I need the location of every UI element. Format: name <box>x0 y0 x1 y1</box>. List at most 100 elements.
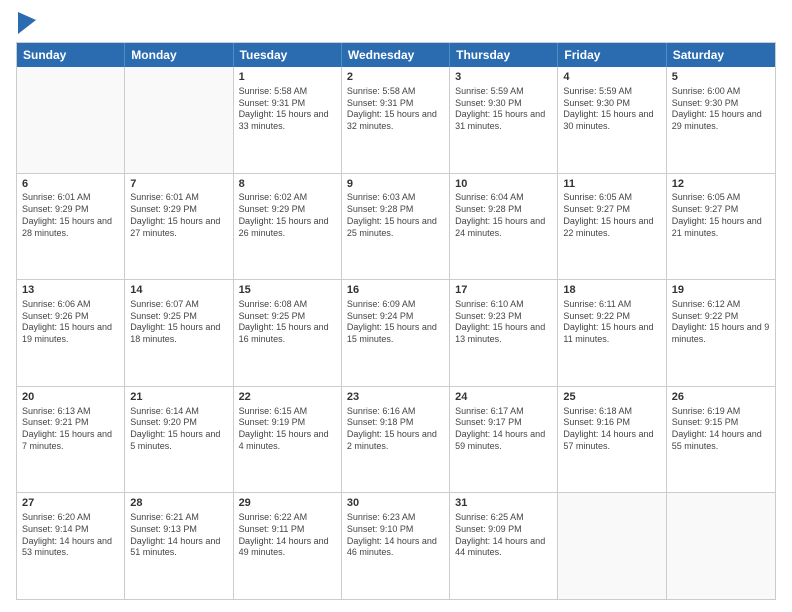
day-cell-19: 19Sunrise: 6:12 AM Sunset: 9:22 PM Dayli… <box>667 280 775 386</box>
day-number: 31 <box>455 496 552 511</box>
day-cell-29: 29Sunrise: 6:22 AM Sunset: 9:11 PM Dayli… <box>234 493 342 599</box>
day-cell-12: 12Sunrise: 6:05 AM Sunset: 9:27 PM Dayli… <box>667 174 775 280</box>
cell-info: Sunrise: 5:59 AM Sunset: 9:30 PM Dayligh… <box>563 86 660 133</box>
day-number: 27 <box>22 496 119 511</box>
cell-info: Sunrise: 6:19 AM Sunset: 9:15 PM Dayligh… <box>672 406 770 453</box>
calendar-row-3: 13Sunrise: 6:06 AM Sunset: 9:26 PM Dayli… <box>17 279 775 386</box>
day-cell-15: 15Sunrise: 6:08 AM Sunset: 9:25 PM Dayli… <box>234 280 342 386</box>
day-cell-26: 26Sunrise: 6:19 AM Sunset: 9:15 PM Dayli… <box>667 387 775 493</box>
day-number: 22 <box>239 390 336 405</box>
day-number: 10 <box>455 177 552 192</box>
day-number: 21 <box>130 390 227 405</box>
cell-info: Sunrise: 6:18 AM Sunset: 9:16 PM Dayligh… <box>563 406 660 453</box>
calendar: SundayMondayTuesdayWednesdayThursdayFrid… <box>16 42 776 600</box>
day-cell-17: 17Sunrise: 6:10 AM Sunset: 9:23 PM Dayli… <box>450 280 558 386</box>
logo <box>16 12 36 34</box>
cell-info: Sunrise: 6:05 AM Sunset: 9:27 PM Dayligh… <box>563 192 660 239</box>
day-number: 4 <box>563 70 660 85</box>
day-cell-1: 1Sunrise: 5:58 AM Sunset: 9:31 PM Daylig… <box>234 67 342 173</box>
calendar-row-4: 20Sunrise: 6:13 AM Sunset: 9:21 PM Dayli… <box>17 386 775 493</box>
empty-cell <box>667 493 775 599</box>
day-number: 2 <box>347 70 444 85</box>
empty-cell <box>17 67 125 173</box>
day-cell-7: 7Sunrise: 6:01 AM Sunset: 9:29 PM Daylig… <box>125 174 233 280</box>
day-number: 15 <box>239 283 336 298</box>
day-number: 28 <box>130 496 227 511</box>
day-number: 5 <box>672 70 770 85</box>
day-number: 6 <box>22 177 119 192</box>
day-number: 11 <box>563 177 660 192</box>
day-number: 12 <box>672 177 770 192</box>
header-day-tuesday: Tuesday <box>234 43 342 67</box>
day-number: 1 <box>239 70 336 85</box>
day-cell-3: 3Sunrise: 5:59 AM Sunset: 9:30 PM Daylig… <box>450 67 558 173</box>
day-number: 8 <box>239 177 336 192</box>
day-number: 25 <box>563 390 660 405</box>
day-cell-5: 5Sunrise: 6:00 AM Sunset: 9:30 PM Daylig… <box>667 67 775 173</box>
calendar-body: 1Sunrise: 5:58 AM Sunset: 9:31 PM Daylig… <box>17 67 775 599</box>
cell-info: Sunrise: 6:08 AM Sunset: 9:25 PM Dayligh… <box>239 299 336 346</box>
day-cell-24: 24Sunrise: 6:17 AM Sunset: 9:17 PM Dayli… <box>450 387 558 493</box>
day-number: 20 <box>22 390 119 405</box>
cell-info: Sunrise: 6:21 AM Sunset: 9:13 PM Dayligh… <box>130 512 227 559</box>
day-cell-8: 8Sunrise: 6:02 AM Sunset: 9:29 PM Daylig… <box>234 174 342 280</box>
calendar-row-2: 6Sunrise: 6:01 AM Sunset: 9:29 PM Daylig… <box>17 173 775 280</box>
header-day-sunday: Sunday <box>17 43 125 67</box>
header-day-saturday: Saturday <box>667 43 775 67</box>
day-number: 17 <box>455 283 552 298</box>
day-cell-23: 23Sunrise: 6:16 AM Sunset: 9:18 PM Dayli… <box>342 387 450 493</box>
cell-info: Sunrise: 6:25 AM Sunset: 9:09 PM Dayligh… <box>455 512 552 559</box>
day-number: 23 <box>347 390 444 405</box>
cell-info: Sunrise: 6:20 AM Sunset: 9:14 PM Dayligh… <box>22 512 119 559</box>
empty-cell <box>558 493 666 599</box>
day-cell-31: 31Sunrise: 6:25 AM Sunset: 9:09 PM Dayli… <box>450 493 558 599</box>
day-cell-30: 30Sunrise: 6:23 AM Sunset: 9:10 PM Dayli… <box>342 493 450 599</box>
day-cell-4: 4Sunrise: 5:59 AM Sunset: 9:30 PM Daylig… <box>558 67 666 173</box>
day-number: 9 <box>347 177 444 192</box>
cell-info: Sunrise: 6:00 AM Sunset: 9:30 PM Dayligh… <box>672 86 770 133</box>
day-number: 7 <box>130 177 227 192</box>
day-number: 19 <box>672 283 770 298</box>
day-cell-20: 20Sunrise: 6:13 AM Sunset: 9:21 PM Dayli… <box>17 387 125 493</box>
header-day-wednesday: Wednesday <box>342 43 450 67</box>
day-cell-22: 22Sunrise: 6:15 AM Sunset: 9:19 PM Dayli… <box>234 387 342 493</box>
cell-info: Sunrise: 5:58 AM Sunset: 9:31 PM Dayligh… <box>347 86 444 133</box>
day-number: 29 <box>239 496 336 511</box>
cell-info: Sunrise: 6:12 AM Sunset: 9:22 PM Dayligh… <box>672 299 770 346</box>
cell-info: Sunrise: 6:13 AM Sunset: 9:21 PM Dayligh… <box>22 406 119 453</box>
day-number: 13 <box>22 283 119 298</box>
cell-info: Sunrise: 5:59 AM Sunset: 9:30 PM Dayligh… <box>455 86 552 133</box>
day-cell-10: 10Sunrise: 6:04 AM Sunset: 9:28 PM Dayli… <box>450 174 558 280</box>
day-cell-21: 21Sunrise: 6:14 AM Sunset: 9:20 PM Dayli… <box>125 387 233 493</box>
day-number: 16 <box>347 283 444 298</box>
page: SundayMondayTuesdayWednesdayThursdayFrid… <box>0 0 792 612</box>
cell-info: Sunrise: 6:16 AM Sunset: 9:18 PM Dayligh… <box>347 406 444 453</box>
day-number: 30 <box>347 496 444 511</box>
cell-info: Sunrise: 6:23 AM Sunset: 9:10 PM Dayligh… <box>347 512 444 559</box>
day-cell-14: 14Sunrise: 6:07 AM Sunset: 9:25 PM Dayli… <box>125 280 233 386</box>
cell-info: Sunrise: 6:17 AM Sunset: 9:17 PM Dayligh… <box>455 406 552 453</box>
calendar-header: SundayMondayTuesdayWednesdayThursdayFrid… <box>17 43 775 67</box>
day-cell-18: 18Sunrise: 6:11 AM Sunset: 9:22 PM Dayli… <box>558 280 666 386</box>
header <box>16 12 776 34</box>
day-cell-6: 6Sunrise: 6:01 AM Sunset: 9:29 PM Daylig… <box>17 174 125 280</box>
cell-info: Sunrise: 6:01 AM Sunset: 9:29 PM Dayligh… <box>22 192 119 239</box>
day-cell-16: 16Sunrise: 6:09 AM Sunset: 9:24 PM Dayli… <box>342 280 450 386</box>
cell-info: Sunrise: 6:05 AM Sunset: 9:27 PM Dayligh… <box>672 192 770 239</box>
cell-info: Sunrise: 6:04 AM Sunset: 9:28 PM Dayligh… <box>455 192 552 239</box>
day-number: 18 <box>563 283 660 298</box>
day-number: 3 <box>455 70 552 85</box>
day-number: 14 <box>130 283 227 298</box>
cell-info: Sunrise: 6:03 AM Sunset: 9:28 PM Dayligh… <box>347 192 444 239</box>
day-cell-9: 9Sunrise: 6:03 AM Sunset: 9:28 PM Daylig… <box>342 174 450 280</box>
cell-info: Sunrise: 5:58 AM Sunset: 9:31 PM Dayligh… <box>239 86 336 133</box>
cell-info: Sunrise: 6:14 AM Sunset: 9:20 PM Dayligh… <box>130 406 227 453</box>
cell-info: Sunrise: 6:10 AM Sunset: 9:23 PM Dayligh… <box>455 299 552 346</box>
day-cell-28: 28Sunrise: 6:21 AM Sunset: 9:13 PM Dayli… <box>125 493 233 599</box>
day-cell-27: 27Sunrise: 6:20 AM Sunset: 9:14 PM Dayli… <box>17 493 125 599</box>
day-cell-13: 13Sunrise: 6:06 AM Sunset: 9:26 PM Dayli… <box>17 280 125 386</box>
day-cell-11: 11Sunrise: 6:05 AM Sunset: 9:27 PM Dayli… <box>558 174 666 280</box>
cell-info: Sunrise: 6:06 AM Sunset: 9:26 PM Dayligh… <box>22 299 119 346</box>
logo-icon <box>18 12 36 34</box>
cell-info: Sunrise: 6:01 AM Sunset: 9:29 PM Dayligh… <box>130 192 227 239</box>
